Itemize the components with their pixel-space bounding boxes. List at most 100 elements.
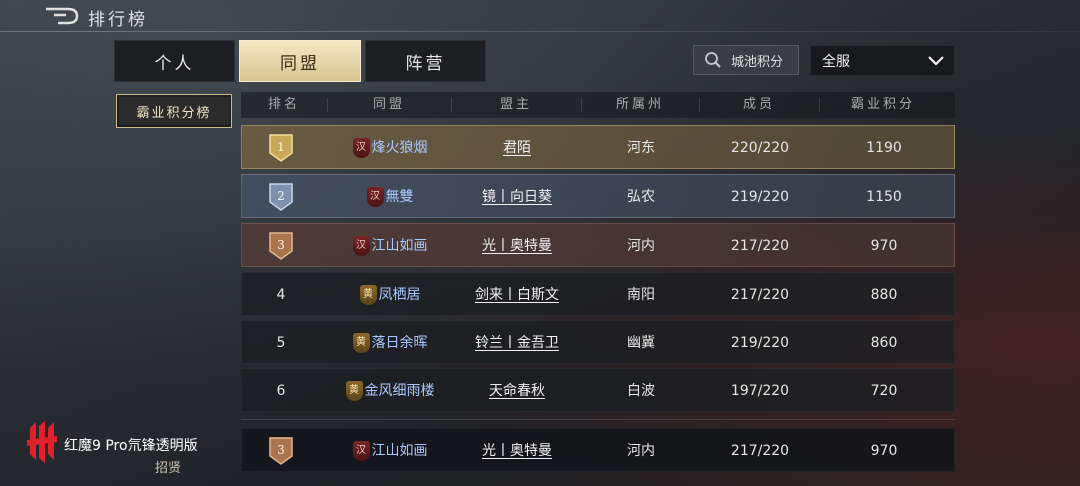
members-cell: 220/220 <box>730 140 790 156</box>
han-faction-flag-icon: 汉 <box>352 236 370 256</box>
alliance-cell[interactable]: 汉 江山如画 <box>328 224 452 268</box>
table-row[interactable]: 2 汉 無雙 镜丨向日葵 弘农 219/220 1150 <box>241 174 955 218</box>
recruit-label[interactable]: 招贤 <box>155 457 181 476</box>
silver-rank-badge-icon: 2 <box>269 183 293 211</box>
leader-cell[interactable]: 君陌 <box>452 126 582 170</box>
svg-text:2: 2 <box>277 189 285 203</box>
table-row[interactable]: 6 黄 金风细雨楼 天命春秋 白波 197/220 720 <box>241 368 955 412</box>
table-header: 排名 同盟 盟主 所属州 成员 霸业积分 <box>241 92 955 118</box>
han-faction-flag-icon: 汉 <box>352 441 370 461</box>
leader-name[interactable]: 剑来丨白斯文 <box>475 287 559 303</box>
redmagic-logo-icon <box>27 421 57 463</box>
table-row[interactable]: 4 黄 凤栖居 剑来丨白斯文 南阳 217/220 880 <box>241 272 955 316</box>
leader-cell[interactable]: 镜丨向日葵 <box>452 175 582 219</box>
svg-text:3: 3 <box>277 443 285 457</box>
alliance-cell[interactable]: 黄 金风细雨楼 <box>328 369 452 413</box>
search-icon <box>705 52 721 68</box>
tab-alliance[interactable]: 同盟 <box>239 40 361 82</box>
score-cell: 1150 <box>866 189 902 205</box>
han-faction-flag-icon: 汉 <box>366 187 384 207</box>
huang-faction-flag-icon: 黄 <box>345 381 363 401</box>
alliance-name: 烽火狼烟 <box>371 140 428 156</box>
header-state: 所属州 <box>615 97 664 112</box>
device-watermark: 红魔9 Pro氘锋透明版 招贤 <box>27 420 227 482</box>
alliance-cell[interactable]: 汉 無雙 <box>328 175 452 219</box>
header-rank: 排名 <box>267 97 300 112</box>
search-label: 城池积分 <box>731 54 784 70</box>
tab-individual[interactable]: 个人 <box>114 40 235 82</box>
rank-cell: 5 <box>276 335 286 351</box>
table-row[interactable]: 5 黄 落日余晖 铃兰丨金吾卫 幽冀 219/220 860 <box>241 320 955 364</box>
score-cell: 970 <box>870 443 898 459</box>
score-cell: 880 <box>870 287 898 303</box>
top-bar: 排行榜 <box>0 0 1080 32</box>
svg-text:3: 3 <box>277 238 285 252</box>
state-cell: 幽冀 <box>627 335 655 351</box>
score-cell: 720 <box>870 383 898 399</box>
alliance-name: 凤栖居 <box>378 287 421 303</box>
header-members: 成员 <box>742 97 775 112</box>
top-divider <box>0 31 1080 32</box>
alliance-cell[interactable]: 汉 江山如画 <box>328 429 452 473</box>
list-divider <box>241 419 955 420</box>
my-alliance-row[interactable]: 3 汉 江山如画 光丨奥特曼 河内 217/220 970 <box>241 428 955 472</box>
table-row[interactable]: 3 汉 江山如画 光丨奥特曼 河内 217/220 970 <box>241 223 955 267</box>
huang-faction-flag-icon: 黄 <box>352 333 370 353</box>
back-icon[interactable] <box>44 6 80 26</box>
state-cell: 弘农 <box>627 189 655 205</box>
han-faction-flag-icon: 汉 <box>352 138 370 158</box>
state-cell: 河东 <box>627 140 655 156</box>
gold-rank-badge-icon: 1 <box>269 134 293 162</box>
rank-cell: 6 <box>276 383 286 399</box>
leader-name[interactable]: 光丨奥特曼 <box>482 238 552 254</box>
alliance-cell[interactable]: 黄 落日余晖 <box>328 321 452 365</box>
bronze-rank-badge-icon: 3 <box>269 232 293 260</box>
leader-cell[interactable]: 剑来丨白斯文 <box>452 273 582 317</box>
members-cell: 217/220 <box>730 443 790 459</box>
alliance-name: 落日余晖 <box>371 335 428 351</box>
alliance-name: 江山如画 <box>371 443 428 459</box>
alliance-cell[interactable]: 汉 烽火狼烟 <box>328 126 452 170</box>
rank-cell: 4 <box>276 287 286 303</box>
huang-faction-flag-icon: 黄 <box>359 285 377 305</box>
table-row[interactable]: 1 汉 烽火狼烟 君陌 河东 220/220 1190 <box>241 125 955 169</box>
page-title: 排行榜 <box>88 10 148 30</box>
city-score-search-button[interactable]: 城池积分 <box>693 45 799 75</box>
score-cell: 970 <box>870 238 898 254</box>
members-cell: 219/220 <box>730 189 790 205</box>
bronze-rank-badge-icon: 3 <box>269 437 293 465</box>
score-cell: 860 <box>870 335 898 351</box>
members-cell: 219/220 <box>730 335 790 351</box>
state-cell: 白波 <box>627 383 655 399</box>
members-cell: 217/220 <box>730 287 790 303</box>
header-score: 霸业积分 <box>850 97 915 112</box>
state-cell: 河内 <box>627 443 655 459</box>
leader-cell[interactable]: 光丨奥特曼 <box>452 224 582 268</box>
header-alliance: 同盟 <box>372 97 405 112</box>
leader-cell[interactable]: 光丨奥特曼 <box>452 429 582 473</box>
members-cell: 217/220 <box>730 238 790 254</box>
server-select-value: 全服 <box>822 53 850 70</box>
leader-name[interactable]: 君陌 <box>503 140 531 156</box>
leader-name[interactable]: 铃兰丨金吾卫 <box>475 335 559 351</box>
header-leader: 盟主 <box>499 97 532 112</box>
alliance-name: 江山如画 <box>371 238 428 254</box>
chevron-down-icon <box>928 56 944 66</box>
svg-text:1: 1 <box>277 140 285 154</box>
leader-name[interactable]: 天命春秋 <box>489 383 545 399</box>
leader-cell[interactable]: 天命春秋 <box>452 369 582 413</box>
score-cell: 1190 <box>866 140 902 156</box>
tab-faction[interactable]: 阵营 <box>365 40 486 82</box>
alliance-cell[interactable]: 黄 凤栖居 <box>328 273 452 317</box>
watermark-text: 红魔9 Pro氘锋透明版 <box>64 438 198 454</box>
state-cell: 南阳 <box>627 287 655 303</box>
state-cell: 河内 <box>627 238 655 254</box>
alliance-name: 無雙 <box>385 189 414 205</box>
leader-name[interactable]: 光丨奥特曼 <box>482 443 552 459</box>
leader-name[interactable]: 镜丨向日葵 <box>482 189 552 205</box>
alliance-name: 金风细雨楼 <box>364 383 435 399</box>
leader-cell[interactable]: 铃兰丨金吾卫 <box>452 321 582 365</box>
members-cell: 197/220 <box>730 383 790 399</box>
side-category-hegemony-score[interactable]: 霸业积分榜 <box>116 94 232 128</box>
server-select[interactable]: 全服 <box>810 45 955 76</box>
